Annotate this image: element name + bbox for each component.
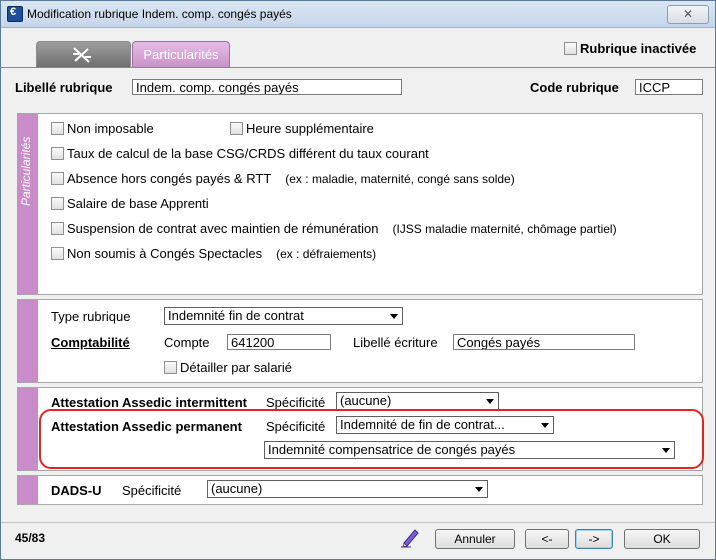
code-label: Code rubrique bbox=[530, 80, 619, 95]
app-icon bbox=[7, 6, 23, 22]
option-non-imposable[interactable]: Non imposable bbox=[51, 121, 154, 136]
assedic-permanent-label: Attestation Assedic permanent bbox=[51, 419, 242, 434]
assedic-intermittent-select[interactable]: (aucune) bbox=[336, 392, 499, 410]
option-label: Non imposable bbox=[67, 121, 154, 136]
detailler-label: Détailler par salarié bbox=[180, 360, 292, 375]
option-label: Non soumis à Congés Spectacles bbox=[67, 246, 263, 261]
type-rubrique-select[interactable]: Indemnité fin de contrat bbox=[164, 307, 403, 325]
checkbox-box[interactable] bbox=[51, 197, 64, 210]
assedic-intermittent-spec-label: Spécificité bbox=[266, 395, 326, 410]
strip-label: Particularités bbox=[19, 136, 33, 206]
chevron-down-icon[interactable] bbox=[390, 314, 398, 319]
option-label: Taux de calcul de la base CSG/CRDS diffé… bbox=[67, 146, 429, 161]
panel-strip bbox=[18, 476, 38, 504]
dialog-window: Modification rubrique Indem. comp. congé… bbox=[0, 0, 716, 560]
assedic-permanent-select[interactable]: Indemnité de fin de contrat... bbox=[336, 416, 554, 434]
code-input[interactable]: ICCP bbox=[635, 79, 703, 95]
compte-label: Compte bbox=[164, 335, 210, 350]
libelle-input[interactable]: Indem. comp. congés payés bbox=[132, 79, 402, 95]
record-counter: 45/83 bbox=[15, 531, 46, 545]
option-label: Salaire de base Apprenti bbox=[67, 196, 209, 211]
tab-general[interactable] bbox=[36, 41, 131, 68]
tab-divider bbox=[1, 67, 715, 68]
option-note: (IJSS maladie maternité, chômage partiel… bbox=[392, 222, 617, 236]
libelle-label: Libellé rubrique bbox=[15, 80, 113, 95]
checkbox-box[interactable] bbox=[51, 247, 64, 260]
option-salaire-apprenti[interactable]: Salaire de base Apprenti bbox=[51, 196, 209, 211]
assedic-permanent-select-2[interactable]: Indemnité compensatrice de congés payés bbox=[264, 441, 675, 459]
select-value: Indemnité fin de contrat bbox=[168, 308, 304, 323]
rubrique-inactivee-label: Rubrique inactivée bbox=[580, 41, 697, 56]
compte-input[interactable]: 641200 bbox=[227, 334, 331, 350]
next-button[interactable]: -> bbox=[575, 529, 613, 549]
libelle-ecriture-label: Libellé écriture bbox=[353, 335, 438, 350]
footer-divider bbox=[1, 522, 715, 523]
select-value: Indemnité compensatrice de congés payés bbox=[268, 442, 516, 457]
option-taux-csg[interactable]: Taux de calcul de la base CSG/CRDS diffé… bbox=[51, 146, 429, 161]
select-value: Indemnité de fin de contrat... bbox=[340, 417, 505, 432]
ok-button[interactable]: OK bbox=[624, 529, 700, 549]
option-absence[interactable]: Absence hors congés payés & RTT (ex : mal… bbox=[51, 171, 515, 186]
detailler-checkbox[interactable]: Détailler par salarié bbox=[164, 360, 292, 375]
checkbox-box[interactable] bbox=[51, 147, 64, 160]
checkbox-box[interactable] bbox=[564, 42, 577, 55]
assedic-permanent-spec-label: Spécificité bbox=[266, 419, 326, 434]
libelle-ecriture-input[interactable]: Congés payés bbox=[453, 334, 635, 350]
panel-strip bbox=[18, 388, 38, 470]
option-suspension-contrat[interactable]: Suspension de contrat avec maintien de r… bbox=[51, 221, 617, 236]
type-rubrique-label: Type rubrique bbox=[51, 309, 131, 324]
assedic-intermittent-label: Attestation Assedic intermittent bbox=[51, 395, 247, 410]
panel-strip bbox=[18, 300, 38, 382]
dads-label: DADS-U bbox=[51, 483, 102, 498]
option-heure-supplementaire[interactable]: Heure supplémentaire bbox=[230, 121, 374, 136]
annuler-button[interactable]: Annuler bbox=[435, 529, 515, 549]
tools-icon bbox=[73, 47, 91, 63]
checkbox-box[interactable] bbox=[164, 361, 177, 374]
option-label: Heure supplémentaire bbox=[246, 121, 374, 136]
checkbox-box[interactable] bbox=[51, 122, 64, 135]
option-label: Suspension de contrat avec maintien de r… bbox=[67, 221, 379, 236]
previous-button[interactable]: <- bbox=[525, 529, 569, 549]
tab-particularites-label: Particularités bbox=[143, 47, 219, 62]
checkbox-box[interactable] bbox=[230, 122, 243, 135]
rubrique-inactivee-checkbox[interactable]: Rubrique inactivée bbox=[564, 41, 696, 56]
checkbox-box[interactable] bbox=[51, 172, 64, 185]
dads-spec-label: Spécificité bbox=[122, 483, 182, 498]
comptabilite-link[interactable]: Comptabilité bbox=[51, 335, 130, 350]
chevron-down-icon[interactable] bbox=[662, 448, 670, 453]
select-value: (aucune) bbox=[211, 481, 263, 496]
chevron-down-icon[interactable] bbox=[541, 423, 549, 428]
pen-icon[interactable] bbox=[399, 526, 421, 548]
window-title: Modification rubrique Indem. comp. congé… bbox=[27, 7, 292, 21]
option-note: (ex : maladie, maternité, congé sans sol… bbox=[285, 172, 515, 186]
title-bar: Modification rubrique Indem. comp. congé… bbox=[1, 1, 715, 28]
panel-strip: Particularités bbox=[18, 114, 38, 294]
chevron-down-icon[interactable] bbox=[475, 487, 483, 492]
chevron-down-icon[interactable] bbox=[486, 399, 494, 404]
checkbox-box[interactable] bbox=[51, 222, 64, 235]
close-button[interactable]: ✕ bbox=[667, 5, 709, 24]
select-value: (aucune) bbox=[340, 393, 392, 408]
dads-select[interactable]: (aucune) bbox=[207, 480, 488, 498]
option-note: (ex : défraiements) bbox=[276, 247, 377, 261]
option-conges-spectacles[interactable]: Non soumis à Congés Spectacles (ex : défr… bbox=[51, 246, 376, 261]
tab-particularites[interactable]: Particularités bbox=[132, 41, 230, 68]
option-label: Absence hors congés payés & RTT bbox=[67, 171, 272, 186]
